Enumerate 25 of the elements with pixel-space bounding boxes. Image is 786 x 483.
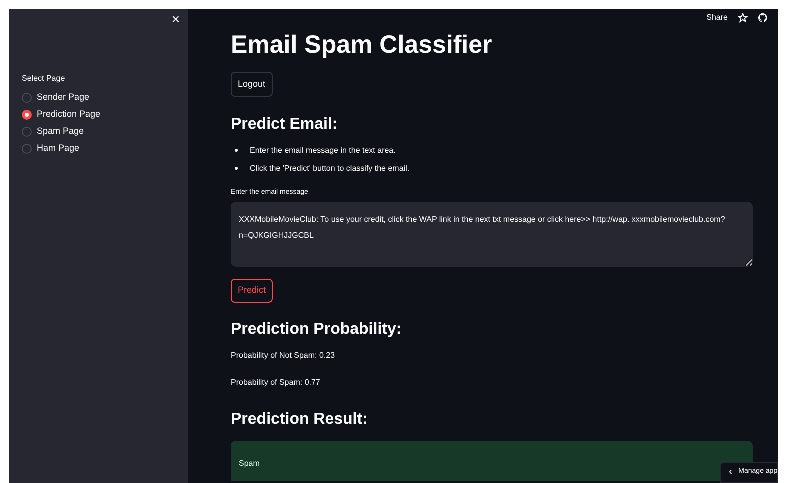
share-link[interactable]: Share: [706, 12, 728, 24]
radio-option[interactable]: Sender Page: [22, 89, 180, 106]
section-heading: Predict Email:: [231, 115, 339, 135]
instruction-item: Click the 'Predict' button to classify the email.: [231, 162, 754, 175]
star-icon[interactable]: [738, 13, 748, 23]
result-text: Spam: [239, 459, 260, 468]
logout-button[interactable]: Logout: [231, 72, 273, 97]
radio-option[interactable]: Ham Page: [22, 140, 180, 157]
predict-button[interactable]: Predict: [231, 279, 274, 303]
section-heading: Prediction Result:: [231, 410, 369, 430]
github-icon[interactable]: [758, 13, 768, 23]
chevron-icon: ‹: [729, 464, 733, 481]
message-field[interactable]: XXXMobileMovieClub: To use your credit, click the WAP link in the next txt message or click here>> http://wap. xxxmobilemovieclub.com?n=QJKGIGHJJGCBL: [231, 202, 753, 267]
bullet-icon: [235, 167, 238, 170]
section-heading: Prediction Probability:: [231, 320, 403, 340]
probability-text: Probability of Spam: 0.77: [231, 377, 322, 389]
radio-option[interactable]: Prediction Page: [22, 106, 180, 123]
bullet-icon: [235, 149, 238, 152]
instruction-item: Enter the email message in the text area.: [231, 144, 754, 157]
radio-circle[interactable]: [22, 110, 32, 120]
probability-text: Probability of Not Spam: 0.23: [231, 350, 336, 362]
close-button[interactable]: ×: [172, 10, 180, 28]
page-title: Email Spam Classifier: [231, 30, 494, 61]
select-page-label: Select Page: [22, 73, 66, 85]
radio-option[interactable]: Spam Page: [22, 123, 180, 140]
